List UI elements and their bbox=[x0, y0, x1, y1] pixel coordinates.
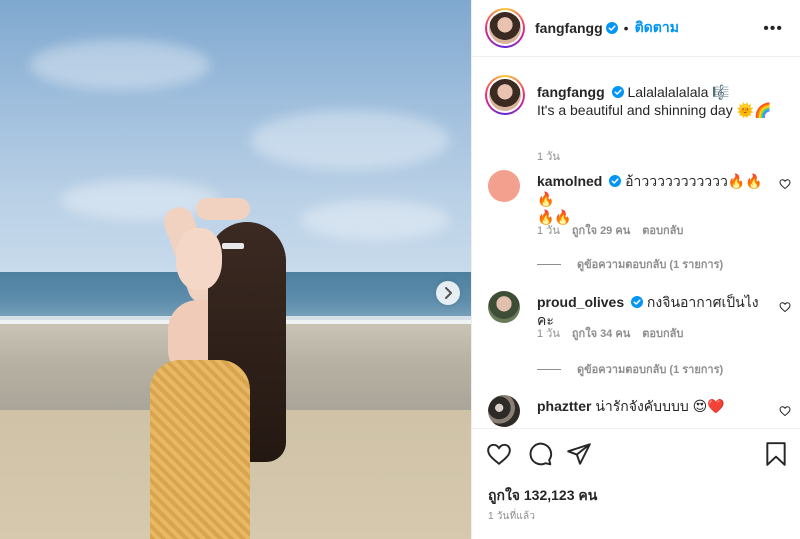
post-photo[interactable] bbox=[0, 0, 471, 539]
caption-text-line2: It's a beautiful and shinning day 🌞🌈 bbox=[537, 102, 772, 118]
like-heart-icon[interactable] bbox=[486, 441, 512, 467]
heart-icon[interactable] bbox=[779, 301, 791, 313]
follow-button[interactable]: ติดตาม bbox=[635, 17, 679, 39]
share-icon[interactable] bbox=[566, 441, 592, 467]
heart-icon[interactable] bbox=[779, 405, 791, 417]
commenter-avatar[interactable] bbox=[488, 170, 520, 202]
post-actions: ถูกใจ 132,123 คน 1 วันที่แล้ว bbox=[472, 428, 800, 539]
caption-username[interactable]: fangfangg bbox=[537, 84, 605, 100]
verified-icon bbox=[609, 175, 622, 187]
comment-text: น่ารักจังคับบบบ 😍❤️ bbox=[595, 398, 725, 414]
comment-icon[interactable] bbox=[527, 441, 553, 467]
commenter-username[interactable]: proud_olives bbox=[537, 294, 624, 310]
post-panel: fangfangg • ติดตาม ••• fangfangg Lalalal… bbox=[471, 0, 800, 539]
verified-icon bbox=[605, 22, 618, 34]
author-username[interactable]: fangfangg bbox=[535, 20, 603, 36]
photo-dress bbox=[150, 360, 250, 539]
reply-button[interactable]: ตอบกลับ bbox=[642, 221, 683, 239]
reply-button[interactable]: ตอบกลับ bbox=[642, 324, 683, 342]
commenter-avatar[interactable] bbox=[488, 291, 520, 323]
caption-avatar[interactable] bbox=[485, 75, 525, 115]
author-avatar[interactable] bbox=[485, 8, 525, 48]
view-replies-button[interactable]: ดูข้อความตอบกลับ (1 รายการ) bbox=[537, 255, 723, 273]
caption-timestamp[interactable]: 1 วัน bbox=[537, 147, 560, 165]
more-icon[interactable]: ••• bbox=[763, 20, 783, 38]
caption-text-line1: Lalalalalalala 🎼 bbox=[627, 84, 730, 100]
post-header: fangfangg • ติดตาม ••• bbox=[472, 0, 800, 57]
verified-icon bbox=[611, 86, 624, 98]
heart-icon[interactable] bbox=[779, 178, 791, 190]
verified-icon bbox=[631, 296, 644, 308]
comment-timestamp[interactable]: 1 วัน bbox=[537, 221, 560, 239]
comment-likes[interactable]: ถูกใจ 34 คน bbox=[572, 324, 630, 342]
commenter-username[interactable]: kamolned bbox=[537, 173, 602, 189]
view-replies-button[interactable]: ดูข้อความตอบกลับ (1 รายการ) bbox=[537, 360, 723, 378]
comments-list[interactable]: fangfangg Lalalalalalala 🎼 It's a beauti… bbox=[472, 58, 800, 428]
post-timestamp[interactable]: 1 วันที่แล้ว bbox=[488, 509, 535, 524]
header-separator: • bbox=[623, 20, 629, 36]
comment-timestamp[interactable]: 1 วัน bbox=[537, 324, 560, 342]
like-count[interactable]: ถูกใจ 132,123 คน bbox=[488, 485, 597, 507]
commenter-avatar[interactable] bbox=[488, 395, 520, 427]
bookmark-icon[interactable] bbox=[763, 441, 789, 467]
comment-likes[interactable]: ถูกใจ 29 คน bbox=[572, 221, 630, 239]
chevron-right-icon bbox=[445, 287, 452, 299]
commenter-username[interactable]: phaztter bbox=[537, 398, 591, 414]
next-photo-button[interactable] bbox=[436, 281, 460, 305]
